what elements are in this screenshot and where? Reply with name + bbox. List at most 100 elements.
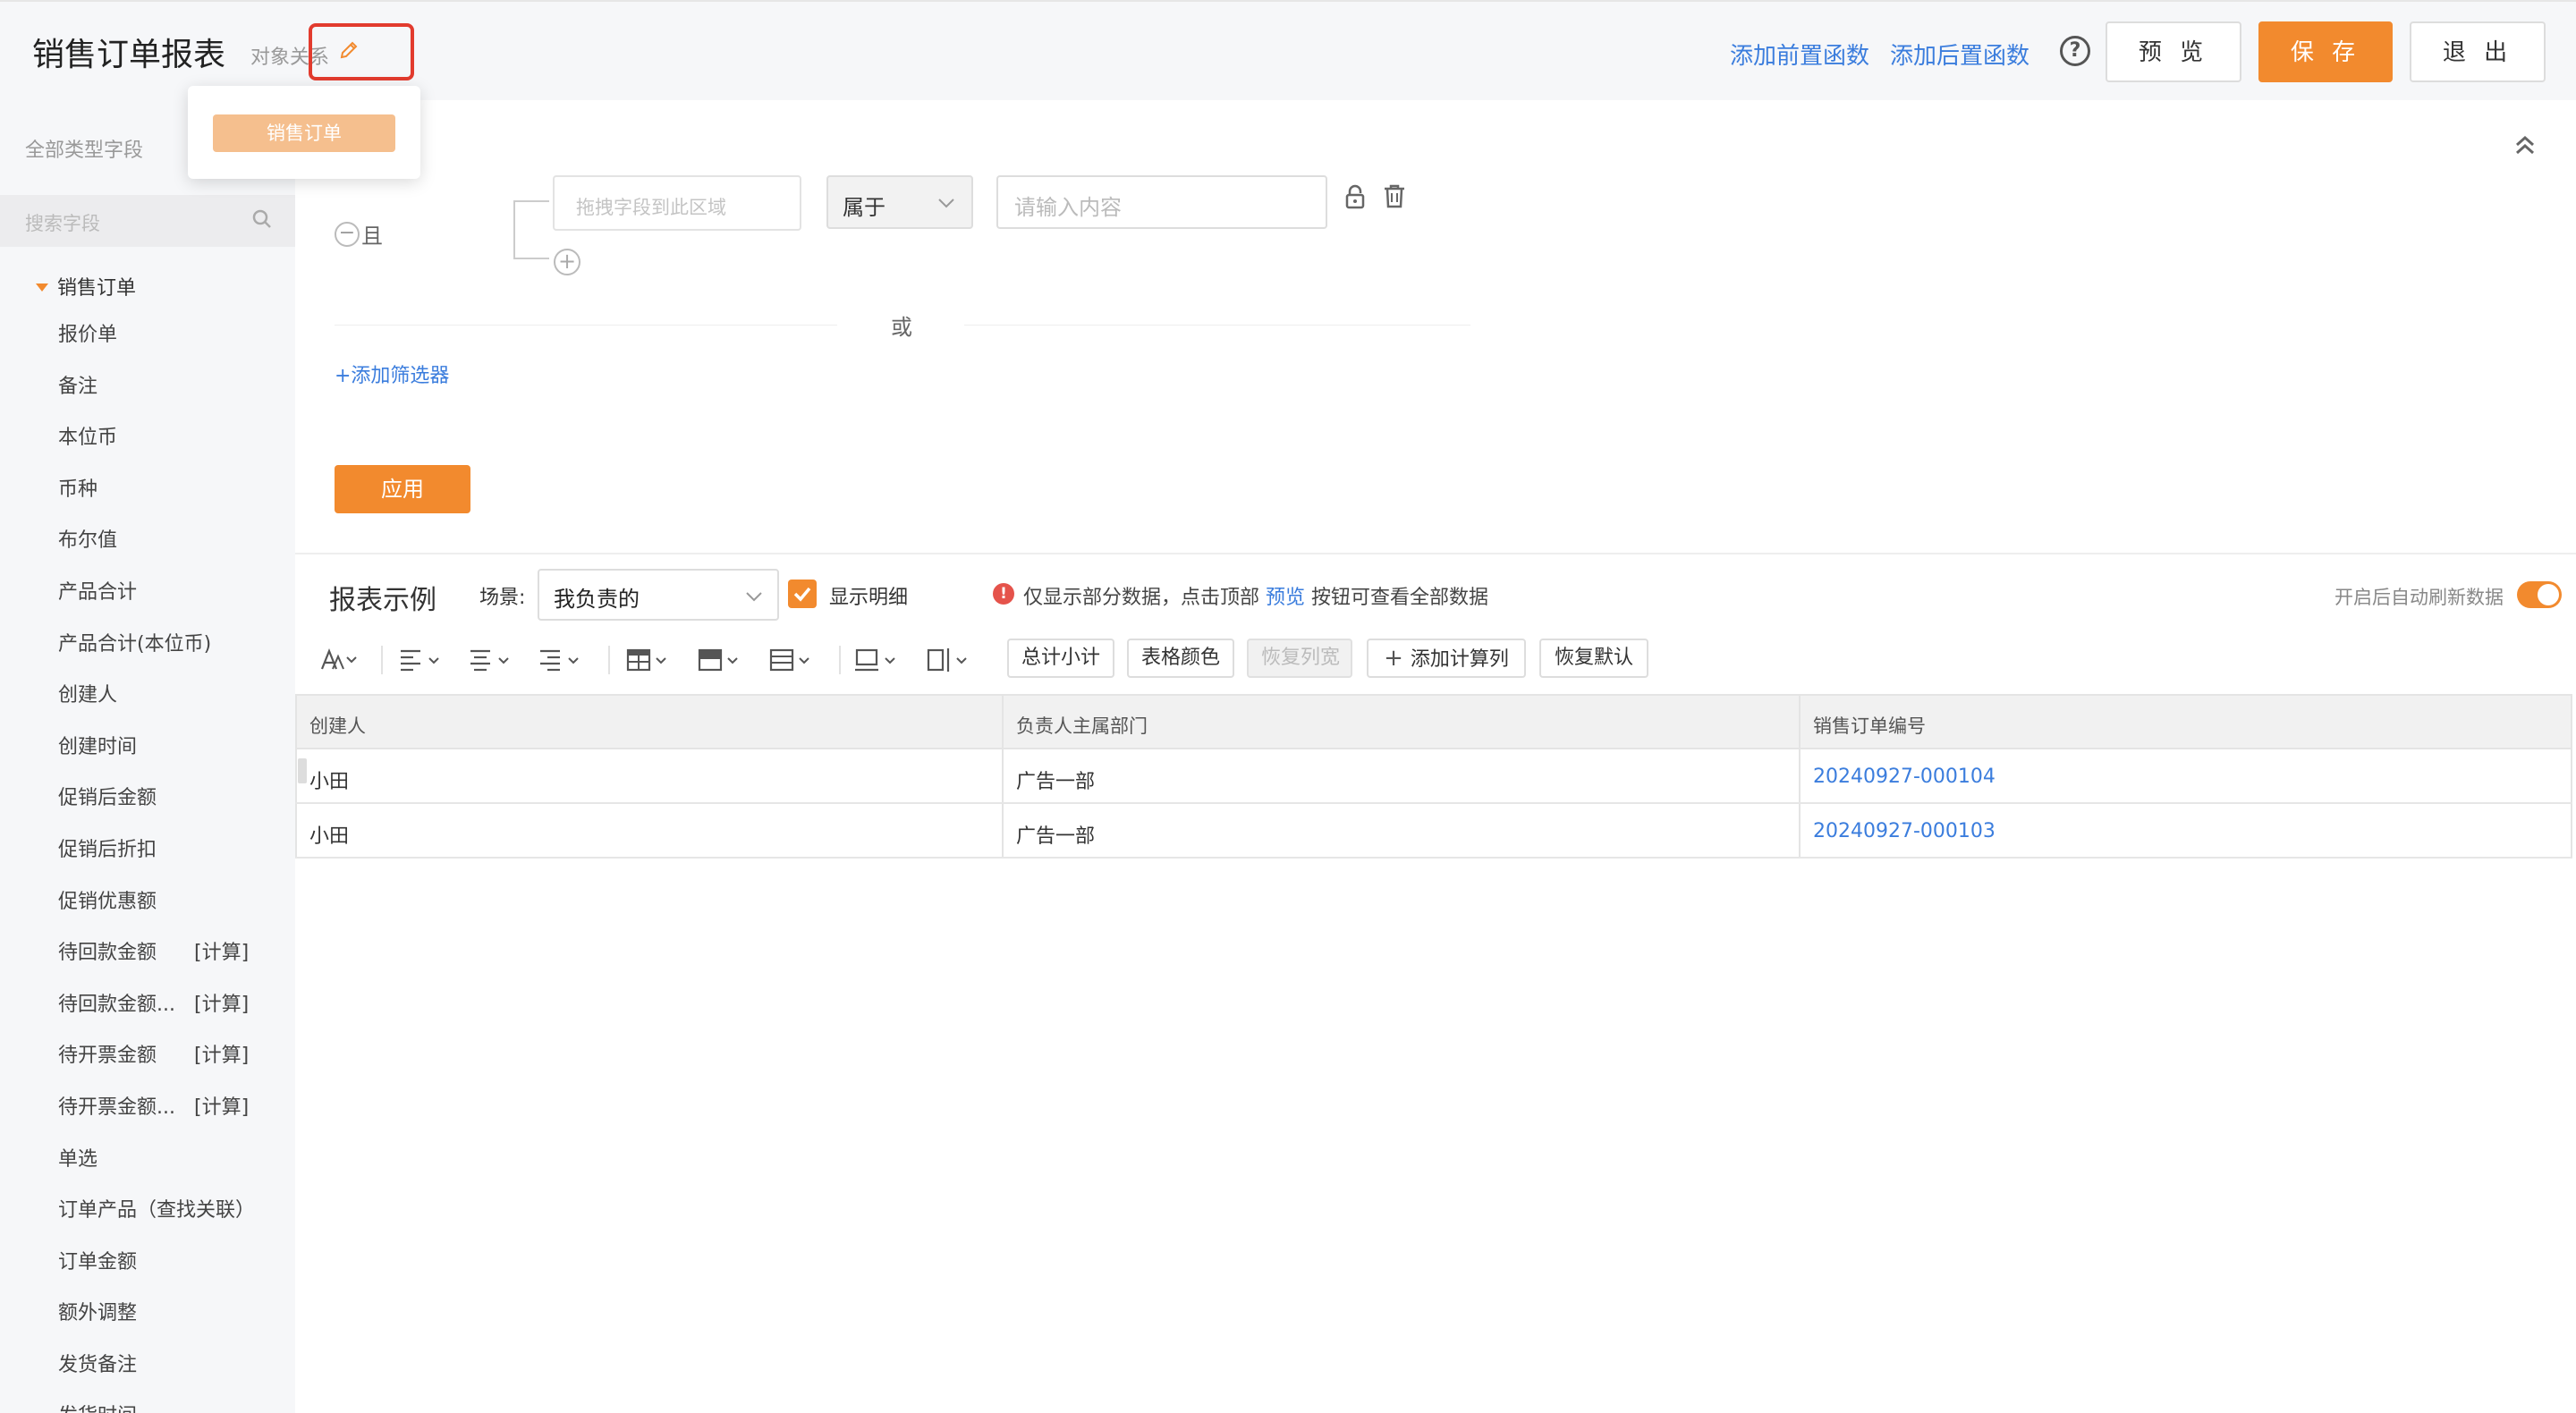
field-label: 订单产品（查找关联）: [58, 1199, 256, 1223]
add-condition-icon[interactable]: +: [554, 249, 580, 275]
table-cell: 广告一部: [1004, 749, 1801, 802]
show-detail-checkbox[interactable]: [788, 580, 817, 608]
add-filter-link[interactable]: +添加筛选器: [335, 360, 449, 388]
column-header[interactable]: 销售订单编号: [1801, 696, 2572, 748]
field-item[interactable]: 发货时间: [58, 1400, 282, 1413]
table-row: 小田 广告一部 20240927-000103: [295, 804, 2572, 859]
chevron-down-icon: [746, 592, 762, 602]
field-drop-zone[interactable]: 拖拽字段到此区域: [553, 175, 801, 231]
field-item[interactable]: 促销后金额: [58, 782, 282, 833]
field-item[interactable]: 待开票金额 [计算]: [58, 1039, 282, 1091]
field-item[interactable]: 额外调整: [58, 1297, 282, 1349]
row-height-icon[interactable]: [767, 642, 825, 678]
report-title: 报表示例: [329, 585, 436, 616]
field-label: 待回款金额: [58, 942, 157, 965]
column-header[interactable]: 创建人: [295, 696, 1004, 748]
field-label: 币种: [58, 478, 98, 501]
field-item[interactable]: 单选: [58, 1143, 282, 1195]
filter-value-input[interactable]: 请输入内容: [996, 175, 1327, 229]
field-item[interactable]: 促销后折扣: [58, 833, 282, 885]
field-item[interactable]: 产品合计: [58, 576, 282, 628]
field-label: 额外调整: [58, 1302, 138, 1325]
field-item[interactable]: 发货备注: [58, 1349, 282, 1400]
restore-column-width-button[interactable]: 恢复列宽: [1247, 639, 1352, 678]
scene-label: 场景:: [479, 587, 526, 609]
add-calc-column-label: 添加计算列: [1410, 648, 1509, 671]
save-button[interactable]: 保 存: [2258, 21, 2393, 82]
popup-item-sales-order[interactable]: 销售订单: [213, 114, 395, 152]
table-cell: 小田: [295, 749, 1004, 802]
field-label: 产品合计: [58, 580, 138, 604]
font-size-icon[interactable]: [318, 642, 363, 678]
field-item[interactable]: 备注: [58, 370, 282, 422]
field-item[interactable]: 订单产品（查找关联）: [58, 1194, 282, 1246]
tree-root-sales-order[interactable]: 销售订单: [36, 272, 136, 300]
table-style-icon[interactable]: [624, 642, 682, 678]
notice-preview-link[interactable]: 预览: [1266, 587, 1305, 609]
field-item[interactable]: 创建时间: [58, 731, 282, 783]
restore-default-button[interactable]: 恢复默认: [1539, 639, 1648, 678]
table-cell: 小田: [295, 804, 1004, 857]
field-label: 布尔值: [58, 529, 118, 553]
all-fields-label[interactable]: 全部类型字段: [25, 134, 143, 163]
report-table: 创建人 负责人主属部门 销售订单编号 小田 广告一部 20240927-0001…: [295, 694, 2572, 859]
field-label: 创建时间: [58, 735, 138, 758]
freeze-column-icon[interactable]: [925, 642, 982, 678]
field-item[interactable]: 币种: [58, 473, 282, 525]
and-label: 且: [361, 224, 383, 249]
or-label: 或: [891, 315, 912, 340]
calc-tag: [计算]: [194, 942, 250, 965]
show-detail-label[interactable]: 显示明细: [829, 581, 908, 610]
field-item[interactable]: 订单金额: [58, 1246, 282, 1298]
subtotal-button[interactable]: 总计小计: [1007, 639, 1114, 678]
field-label: 创建人: [58, 684, 118, 707]
scene-select[interactable]: 我负责的: [538, 569, 779, 621]
collapse-up-icon[interactable]: [2512, 132, 2538, 159]
order-number-link[interactable]: 20240927-000103: [1801, 804, 2572, 857]
field-item[interactable]: 待开票金额... [计算]: [58, 1091, 282, 1143]
field-item[interactable]: 创建人: [58, 679, 282, 731]
add-pre-function-link[interactable]: 添加前置函数: [1730, 38, 1869, 71]
warning-icon: !: [993, 583, 1014, 605]
field-item[interactable]: 报价单: [58, 318, 282, 370]
field-label: 促销后金额: [58, 787, 157, 810]
resize-handle[interactable]: [298, 758, 307, 783]
field-item[interactable]: 布尔值: [58, 524, 282, 576]
apply-button[interactable]: 应用: [335, 465, 470, 513]
exit-button[interactable]: 退 出: [2410, 21, 2546, 82]
field-item[interactable]: 促销优惠额: [58, 885, 282, 937]
align-left-icon[interactable]: [397, 642, 451, 678]
column-header[interactable]: 负责人主属部门: [1004, 696, 1801, 748]
order-number-link[interactable]: 20240927-000104: [1801, 749, 2572, 802]
field-label: 待开票金额: [58, 1045, 157, 1068]
remove-group-icon[interactable]: −: [335, 222, 360, 247]
trash-icon[interactable]: [1383, 183, 1406, 208]
auto-refresh-toggle[interactable]: [2517, 581, 2562, 608]
align-center-icon[interactable]: [467, 642, 521, 678]
align-right-icon[interactable]: [537, 642, 590, 678]
search-icon[interactable]: [250, 207, 274, 231]
field-label: 发货备注: [58, 1353, 138, 1376]
help-icon[interactable]: ?: [2060, 36, 2090, 66]
field-label: 订单金额: [58, 1250, 138, 1273]
operator-select[interactable]: 属于: [826, 175, 973, 229]
search-placeholder: 搜索字段: [25, 213, 100, 234]
field-item[interactable]: 产品合计(本位币): [58, 628, 282, 680]
scene-value: 我负责的: [554, 587, 640, 612]
lock-icon[interactable]: [1344, 184, 1366, 209]
section-divider: [295, 553, 2576, 554]
preview-button[interactable]: 预 览: [2106, 21, 2241, 82]
or-divider-right: [964, 325, 1470, 326]
field-item[interactable]: 本位币: [58, 421, 282, 473]
add-post-function-link[interactable]: 添加后置函数: [1890, 38, 2029, 71]
field-item[interactable]: 待回款金额... [计算]: [58, 988, 282, 1040]
field-item[interactable]: 待回款金额 [计算]: [58, 936, 282, 988]
calc-tag: [计算]: [194, 993, 250, 1016]
field-label: 备注: [58, 375, 98, 398]
freeze-row-icon[interactable]: [853, 642, 911, 678]
header-fill-icon[interactable]: [696, 642, 753, 678]
field-search-input[interactable]: 搜索字段: [0, 195, 295, 247]
field-label: 本位币: [58, 427, 118, 450]
add-calc-column-button[interactable]: + 添加计算列: [1367, 639, 1526, 678]
table-color-button[interactable]: 表格颜色: [1127, 639, 1234, 678]
